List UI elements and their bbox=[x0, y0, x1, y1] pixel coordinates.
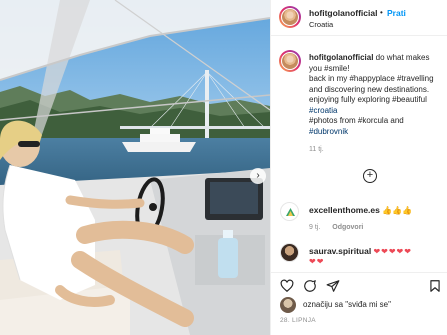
comment-text: saurav.spiritual ❤❤❤❤❤ bbox=[309, 246, 412, 256]
comment-timestamp: 9 tj. bbox=[309, 224, 321, 231]
carousel-next-button[interactable]: › bbox=[250, 168, 266, 184]
author-avatar[interactable] bbox=[279, 6, 301, 28]
post-side-panel: hofitgolanofficial • Prati Croatia hofit… bbox=[270, 0, 447, 335]
post-photo[interactable]: › bbox=[0, 0, 270, 335]
commenter-username[interactable]: excellenthome.es bbox=[309, 205, 380, 215]
post-location[interactable]: Croatia bbox=[309, 20, 333, 29]
caption-line: you #smile! bbox=[309, 63, 350, 73]
caption-text: hofitgolanofficial do what makes you #sm… bbox=[309, 53, 447, 137]
bookmark-icon[interactable] bbox=[428, 279, 442, 293]
commenter-avatar[interactable] bbox=[280, 243, 299, 262]
commenter-avatar[interactable] bbox=[280, 202, 299, 221]
chevron-right-icon: › bbox=[256, 170, 260, 181]
comment-meta: 9 tj. Odgovori bbox=[309, 224, 373, 231]
commenter-username[interactable]: saurav.spiritual bbox=[309, 246, 371, 256]
caption-line: and discovering new destinations. bbox=[309, 84, 430, 94]
caption-author-avatar[interactable] bbox=[279, 50, 301, 72]
comment-icon[interactable] bbox=[303, 279, 317, 293]
yacht-photo-illustration bbox=[0, 0, 270, 335]
comment-text: excellenthome.es 👍👍👍 bbox=[309, 205, 412, 215]
heart-icon[interactable] bbox=[280, 279, 294, 293]
reply-button[interactable]: Odgovori bbox=[332, 224, 363, 231]
post-date: 28. LIPNJA bbox=[280, 317, 316, 324]
caption-line: back in my #happyplace #travelling bbox=[309, 74, 434, 83]
post-header: hofitgolanofficial • Prati Croatia bbox=[271, 0, 447, 36]
load-more-comments-button[interactable]: + bbox=[363, 169, 377, 183]
house-logo-icon bbox=[286, 208, 295, 216]
comment-body-continued: ❤❤ bbox=[309, 257, 325, 266]
separator-dot: • bbox=[380, 8, 383, 17]
caption-line: #photos from #korcula and bbox=[309, 116, 404, 125]
comment-body: 👍👍👍 bbox=[382, 206, 412, 215]
caption-line[interactable]: #croatia bbox=[309, 106, 337, 115]
follow-button[interactable]: Prati bbox=[387, 8, 406, 18]
likes-summary[interactable]: označiju sa "sviđa mi se" bbox=[303, 300, 391, 309]
caption-username[interactable]: hofitgolanofficial bbox=[309, 53, 373, 62]
comment-body: ❤❤❤❤❤ bbox=[373, 247, 412, 256]
share-icon[interactable] bbox=[326, 279, 340, 293]
liker-avatar[interactable] bbox=[280, 297, 296, 313]
caption-timestamp: 11 tj. bbox=[309, 146, 324, 153]
caption-line: do what makes bbox=[375, 53, 430, 62]
plus-circle-icon: + bbox=[366, 169, 374, 181]
post-actions: označiju sa "sviđa mi se" 28. LIPNJA bbox=[271, 272, 447, 335]
caption-line: enjoying fully exploring #beautiful bbox=[309, 95, 427, 104]
caption-line[interactable]: #dubrovnik bbox=[309, 127, 348, 136]
author-username[interactable]: hofitgolanofficial bbox=[309, 8, 377, 18]
